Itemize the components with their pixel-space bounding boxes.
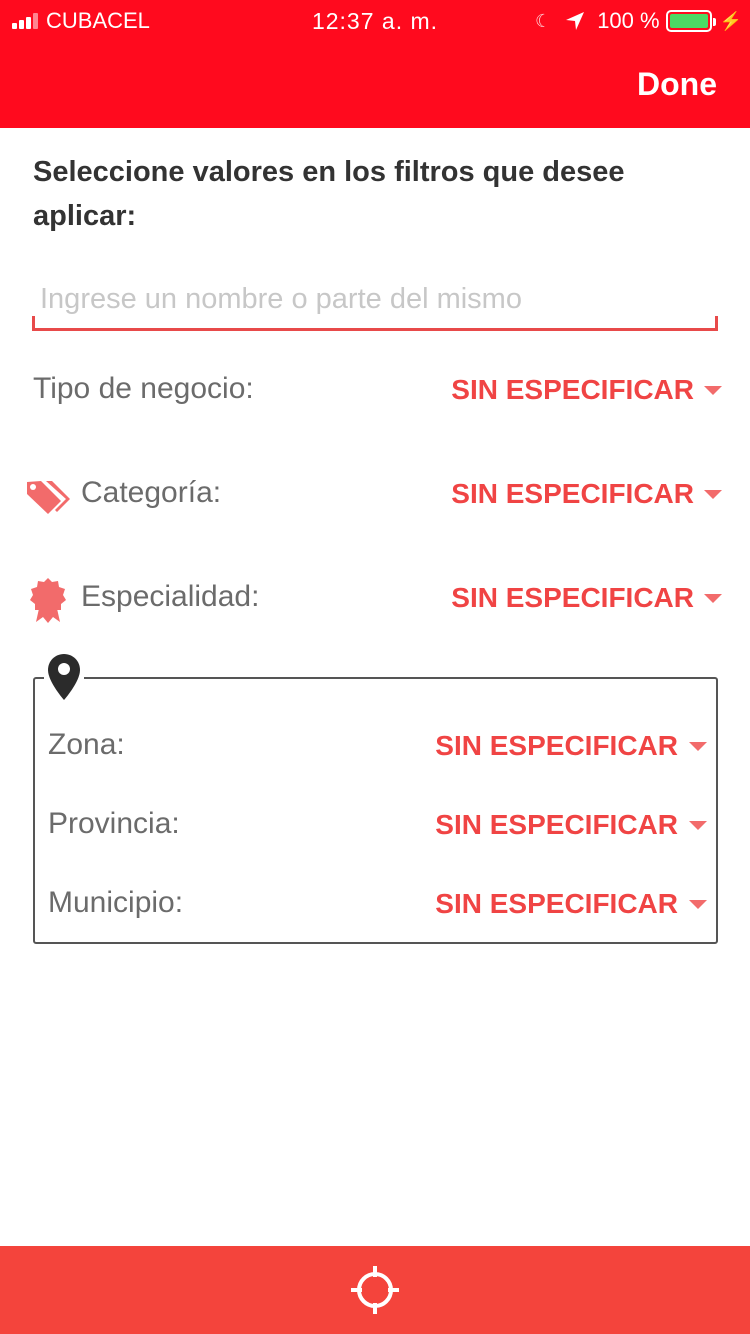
filter-label: Tipo de negocio: bbox=[33, 372, 254, 405]
dropdown-caret-icon[interactable] bbox=[689, 742, 707, 751]
battery-icon bbox=[665, 10, 716, 32]
filter-value[interactable]: SIN ESPECIFICAR bbox=[435, 730, 678, 762]
filter-value[interactable]: SIN ESPECIFICAR bbox=[435, 809, 678, 841]
filter-label: Municipio: bbox=[48, 886, 184, 919]
dropdown-caret-icon[interactable] bbox=[704, 594, 722, 603]
filter-especialidad[interactable]: Especialidad: SIN ESPECIFICAR bbox=[0, 570, 750, 630]
search-input[interactable] bbox=[32, 276, 718, 322]
status-bar: CUBACEL 12:37 a. m. ☾ 100 % ⚡ bbox=[0, 0, 750, 42]
badge-icon bbox=[30, 578, 66, 623]
filter-label: Categoría: bbox=[81, 476, 222, 509]
done-button[interactable]: Done bbox=[637, 66, 717, 103]
filter-label: Provincia: bbox=[48, 807, 180, 840]
dropdown-caret-icon[interactable] bbox=[704, 386, 722, 395]
status-right: ☾ 100 % ⚡ bbox=[535, 8, 742, 34]
filter-label: Zona: bbox=[48, 728, 125, 761]
instructions-text: Seleccione valores en los filtros que de… bbox=[33, 156, 625, 232]
filter-categoria[interactable]: Categoría: SIN ESPECIFICAR bbox=[0, 466, 750, 526]
filter-zona[interactable]: Zona: SIN ESPECIFICAR bbox=[33, 718, 718, 778]
filter-value[interactable]: SIN ESPECIFICAR bbox=[451, 478, 694, 510]
dropdown-caret-icon[interactable] bbox=[689, 900, 707, 909]
moon-icon: ☾ bbox=[535, 10, 552, 31]
filter-tipo-negocio[interactable]: Tipo de negocio: SIN ESPECIFICAR bbox=[0, 362, 750, 422]
filter-value[interactable]: SIN ESPECIFICAR bbox=[451, 374, 694, 406]
search-field[interactable] bbox=[32, 276, 718, 331]
filter-value[interactable]: SIN ESPECIFICAR bbox=[435, 888, 678, 920]
filter-label: Especialidad: bbox=[81, 580, 260, 613]
filter-provincia[interactable]: Provincia: SIN ESPECIFICAR bbox=[33, 797, 718, 857]
battery-percent: 100 % bbox=[597, 8, 660, 33]
crosshair-icon[interactable] bbox=[349, 1264, 401, 1316]
map-pin-icon bbox=[44, 650, 84, 704]
dropdown-caret-icon[interactable] bbox=[689, 821, 707, 830]
filter-value[interactable]: SIN ESPECIFICAR bbox=[451, 582, 694, 614]
header: CUBACEL 12:37 a. m. ☾ 100 % ⚡ Done bbox=[0, 0, 750, 128]
charging-icon: ⚡ bbox=[719, 10, 742, 31]
dropdown-caret-icon[interactable] bbox=[704, 490, 722, 499]
filter-municipio[interactable]: Municipio: SIN ESPECIFICAR bbox=[33, 876, 718, 936]
tags-icon bbox=[27, 481, 70, 514]
footer-bar bbox=[0, 1246, 750, 1334]
location-arrow-icon bbox=[566, 12, 585, 30]
